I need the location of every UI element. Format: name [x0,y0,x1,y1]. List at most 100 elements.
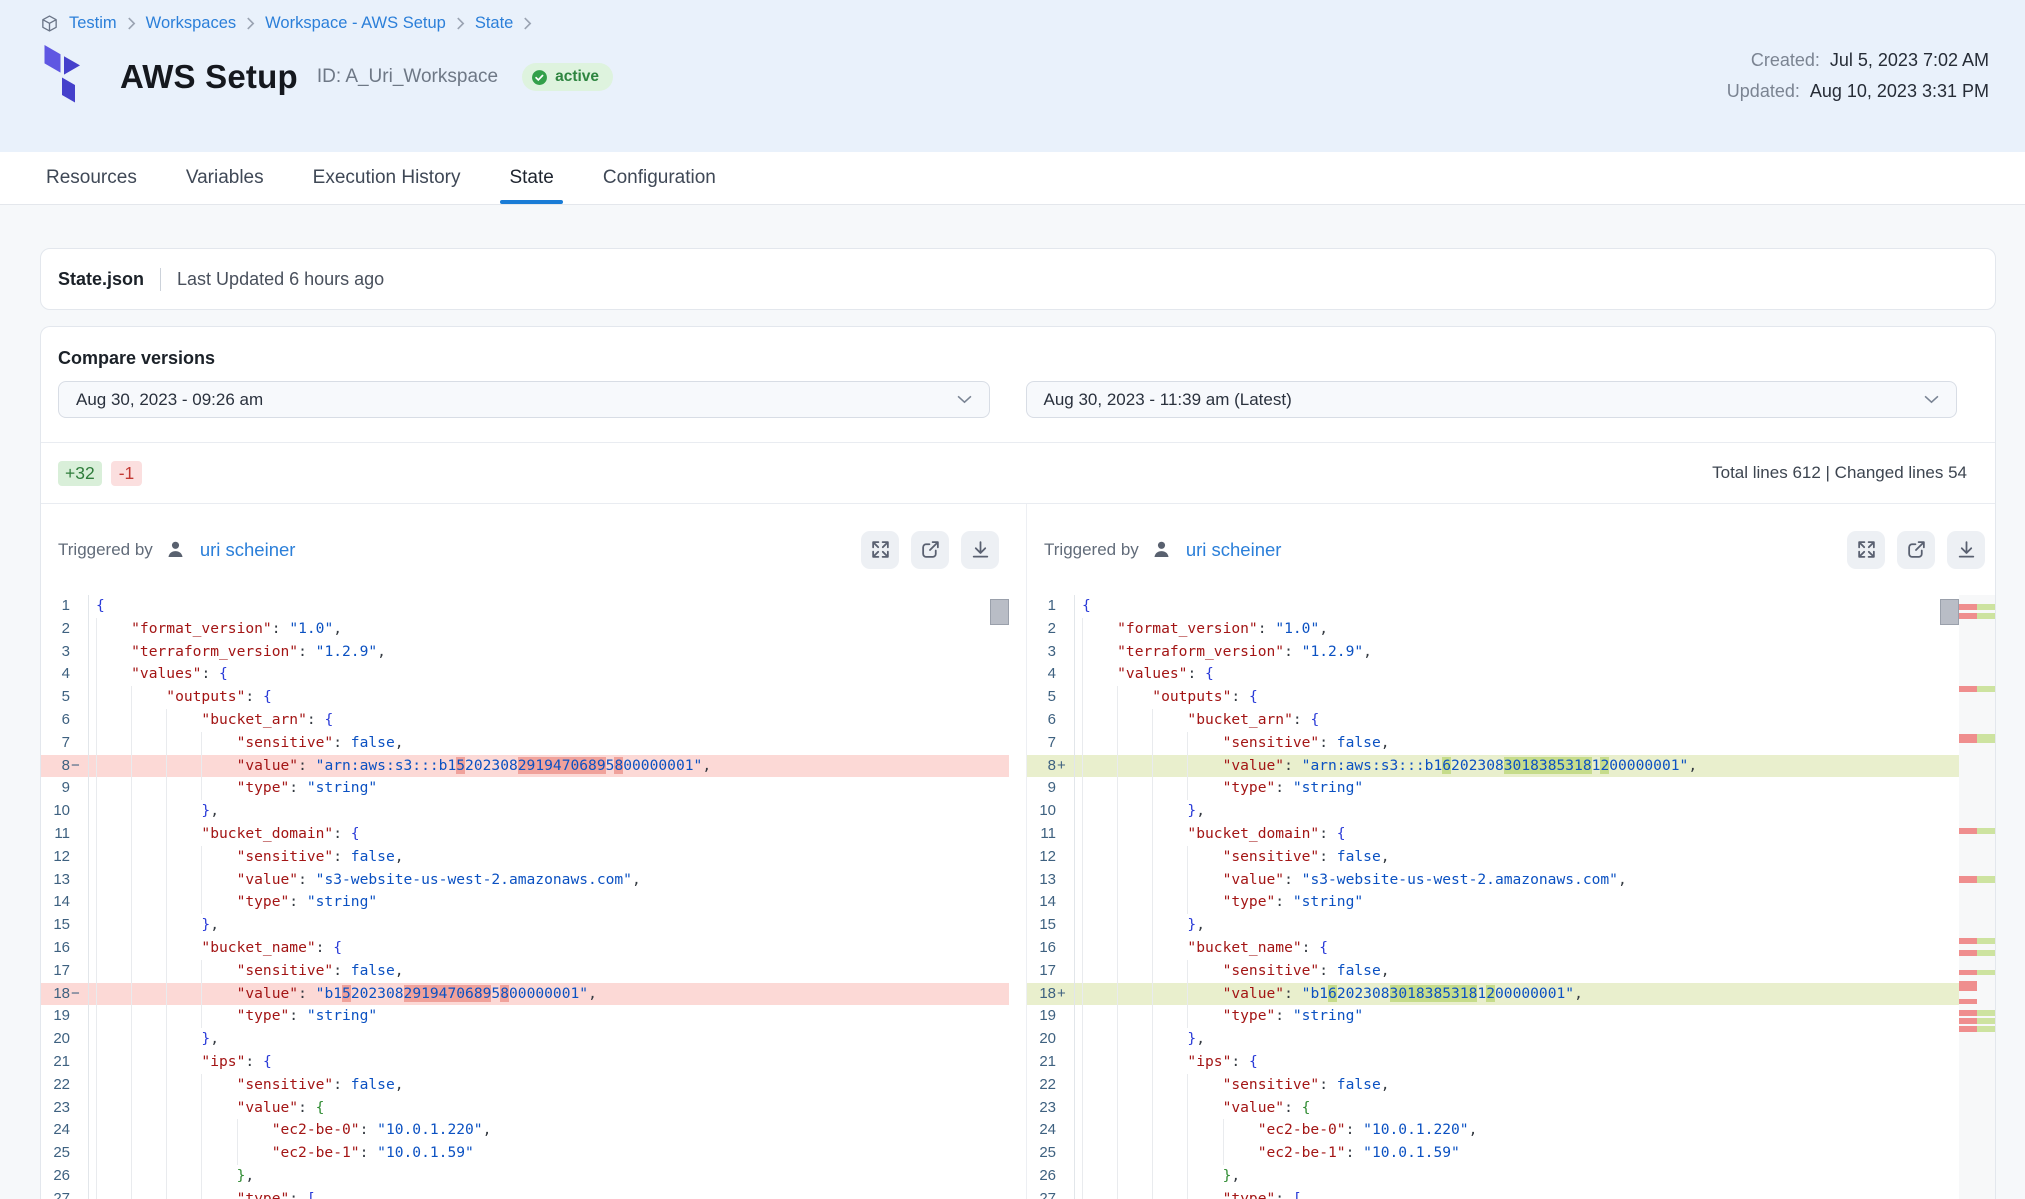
tab-state[interactable]: State [509,152,553,204]
page-title: AWS Setup [120,58,298,96]
download-button[interactable] [1947,531,1985,569]
line-gutter: 5 [41,686,89,709]
breadcrumb-link-testim[interactable]: Testim [69,14,117,33]
tab-execution-history[interactable]: Execution History [313,152,461,204]
created-value: Jul 5, 2023 7:02 AM [1830,50,1989,71]
indent-guide [1152,960,1187,983]
line-gutter: 20 [1027,1028,1075,1051]
open-external-button[interactable] [1897,531,1935,569]
code-line: 11"bucket_domain": { [1027,823,1959,846]
tab-resources[interactable]: Resources [46,152,137,204]
line-gutter: 22 [1027,1074,1075,1097]
tab-variables[interactable]: Variables [186,152,264,204]
minimap-mark [1959,1010,1995,1016]
indent-guide [166,869,201,892]
breadcrumb-link-workspaces[interactable]: Workspaces [146,14,236,33]
minimap-mark [1959,686,1995,692]
indent-guide [201,891,236,914]
code-text: "ec2-be-1": "10.0.1.59" [1075,1142,1959,1165]
change-marker [70,595,88,618]
code-line: 18+"value": "b16202308301838531812000000… [1027,983,1959,1006]
indent-guide [1082,1188,1117,1199]
open-external-button[interactable] [911,531,949,569]
indent-guide [201,732,236,755]
indent-guide [1152,1005,1187,1028]
code-line: 15}, [41,914,1009,937]
version-select-right[interactable]: Aug 30, 2023 - 11:39 am (Latest) [1026,381,1958,418]
tab-configuration[interactable]: Configuration [603,152,716,204]
code-text: }, [89,800,1009,823]
indent-guide [237,1119,272,1142]
line-gutter: 4 [1027,663,1075,686]
indent-guide [166,755,201,778]
expand-button[interactable] [861,531,899,569]
indent-guide [131,686,166,709]
indent-guide [166,732,201,755]
code-line: 7"sensitive": false, [41,732,1009,755]
line-gutter: 15 [1027,914,1075,937]
indent-guide [1082,937,1117,960]
change-marker [1056,1051,1074,1074]
triggered-by-user-link[interactable]: uri scheiner [200,539,296,561]
indent-guide [96,823,131,846]
indent-guide [96,732,131,755]
code-line: 19"type": "string" [1027,1005,1959,1028]
line-gutter: 14 [41,891,89,914]
indent-guide [1082,755,1117,778]
minimap-mark [1959,999,1977,1004]
line-gutter: 22 [41,1074,89,1097]
download-button[interactable] [961,531,999,569]
diff-minimap [1959,595,1995,1199]
triggered-by-user-link[interactable]: uri scheiner [1186,539,1282,561]
open-external-icon [1906,539,1927,560]
scrollbar-thumb[interactable] [1940,599,1959,625]
indent-guide [131,983,166,1006]
change-marker [70,1051,88,1074]
line-number: 20 [1027,1028,1056,1051]
change-marker [1056,709,1074,732]
code-text: "sensitive": false, [1075,1074,1959,1097]
indent-guide [131,960,166,983]
indent-guide [1117,846,1152,869]
code-line: 3"terraform_version": "1.2.9", [41,641,1009,664]
indent-guide [1082,1097,1117,1120]
change-marker [70,891,88,914]
line-number: 27 [41,1188,70,1199]
breadcrumb-link-state[interactable]: State [475,14,514,33]
indent-guide [1152,709,1187,732]
indent-guide [1082,1051,1117,1074]
line-number: 23 [1027,1097,1056,1120]
expand-button[interactable] [1847,531,1885,569]
indent-guide [201,869,236,892]
code-line: 15}, [1027,914,1959,937]
change-marker [70,846,88,869]
line-gutter: 6 [41,709,89,732]
line-number: 3 [1027,641,1056,664]
code-line: 12"sensitive": false, [1027,846,1959,869]
indent-guide [131,1028,166,1051]
indent-guide [1117,1097,1152,1120]
indent-guide [1187,869,1222,892]
version-select-left[interactable]: Aug 30, 2023 - 09:26 am [58,381,990,418]
line-number: 7 [41,732,70,755]
indent-guide [1152,983,1187,1006]
indent-guide [131,732,166,755]
code-line: 17"sensitive": false, [41,960,1009,983]
line-gutter: 5 [1027,686,1075,709]
indent-guide [166,1188,201,1199]
code-text: { [1075,595,1959,618]
indent-guide [1117,869,1152,892]
code-line: 3"terraform_version": "1.2.9", [1027,641,1959,664]
line-gutter: 24 [1027,1119,1075,1142]
indent-guide [131,709,166,732]
line-number: 6 [41,709,70,732]
code-text: "bucket_domain": { [1075,823,1959,846]
line-gutter: 2 [1027,618,1075,641]
indent-guide [1117,732,1152,755]
download-icon [1956,539,1977,560]
indent-guide [1082,891,1117,914]
scrollbar-thumb[interactable] [990,599,1009,625]
chevron-down-icon [1924,395,1939,404]
line-number: 17 [1027,960,1056,983]
breadcrumb-link-workspace-aws-setup[interactable]: Workspace - AWS Setup [265,14,446,33]
